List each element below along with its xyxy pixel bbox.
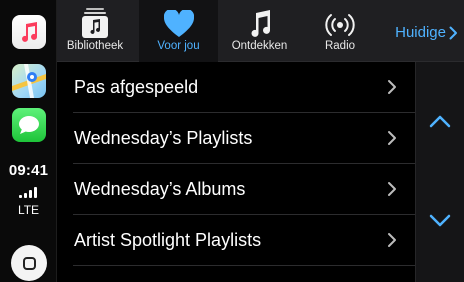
tab-radio[interactable]: Radio <box>302 0 378 62</box>
clock: 09:41 <box>8 162 49 179</box>
signal-strength-icon <box>19 186 41 198</box>
music-app-icon[interactable] <box>12 15 46 49</box>
list-item-label: Wednesday’s Playlists <box>74 128 253 148</box>
tab-library[interactable]: Bibliotheek <box>57 0 133 62</box>
maps-app-icon[interactable] <box>12 64 46 98</box>
music-note-icon <box>251 10 270 37</box>
scroll-controls <box>415 62 464 282</box>
chevron-right-icon <box>449 26 457 39</box>
messages-app-icon[interactable] <box>12 108 46 142</box>
now-playing-button[interactable]: Huidige <box>395 24 458 41</box>
tab-browse[interactable]: Ontdekken <box>222 0 297 62</box>
tab-bar: Bibliotheek Voor jou Ontdekken Radio Hui… <box>57 0 464 62</box>
chevron-right-icon <box>388 233 396 247</box>
tab-for-you-label: Voor jou <box>157 40 200 52</box>
message-bubble-icon <box>19 116 39 134</box>
chevron-right-icon <box>388 80 396 94</box>
chevron-down-icon[interactable] <box>429 214 451 228</box>
radio-waves-icon <box>325 14 355 36</box>
home-button-icon <box>22 256 36 270</box>
for-you-list: Pas afgespeeld Wednesday’s Playlists Wed… <box>57 62 415 266</box>
chevron-up-icon[interactable] <box>429 114 451 128</box>
list-item-label: Pas afgespeeld <box>74 77 199 97</box>
list-item-label: Wednesday’s Albums <box>74 179 246 199</box>
list-item[interactable]: Wednesday’s Playlists <box>57 113 415 164</box>
carplay-dock: 09:41 LTE <box>0 0 57 282</box>
tab-for-you[interactable]: Voor jou <box>139 0 218 62</box>
now-playing-label: Huidige <box>395 24 446 41</box>
tab-browse-label: Ontdekken <box>231 40 288 52</box>
heart-icon <box>163 10 194 37</box>
tab-library-label: Bibliotheek <box>66 40 124 52</box>
library-icon <box>82 8 108 38</box>
home-button[interactable] <box>11 245 47 281</box>
chevron-right-icon <box>388 182 396 196</box>
list-item[interactable]: Artist Spotlight Playlists <box>57 215 415 266</box>
music-note-icon <box>22 22 38 42</box>
maps-icon <box>12 64 46 98</box>
network-type: LTE <box>17 203 40 217</box>
list-item[interactable]: Wednesday’s Albums <box>57 164 415 215</box>
tab-radio-label: Radio <box>324 40 356 52</box>
chevron-right-icon <box>388 131 396 145</box>
list-item-label: Artist Spotlight Playlists <box>74 230 262 250</box>
list-item[interactable]: Pas afgespeeld <box>57 62 415 113</box>
